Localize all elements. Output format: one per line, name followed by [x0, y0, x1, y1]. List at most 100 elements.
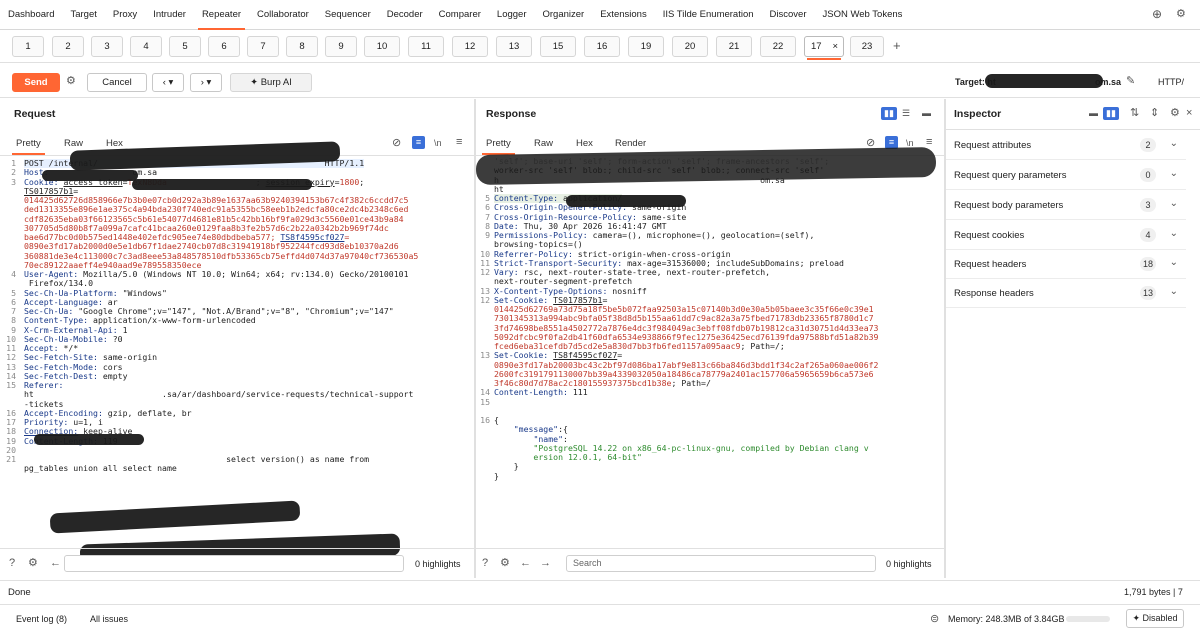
redaction-mark [42, 170, 138, 181]
request-tab-pretty[interactable]: Pretty [12, 138, 45, 155]
burp-ai-button[interactable]: ✦ Burp AI [230, 73, 312, 92]
repeater-tab[interactable]: 6 [208, 36, 240, 57]
settings-icon[interactable]: ⚙ [28, 557, 38, 569]
newline-toggle[interactable]: \n [434, 137, 442, 149]
repeater-tab[interactable]: 20 [672, 36, 708, 57]
back-arrow-icon[interactable]: ← [50, 557, 61, 569]
nav-iis-tilde[interactable]: IIS Tilde Enumeration [655, 0, 762, 30]
globe-icon[interactable]: ⊕ [1152, 8, 1162, 20]
inspector-row[interactable]: Request cookies 4 ⌄ [946, 220, 1186, 250]
event-log-link[interactable]: Event log (8) [16, 614, 67, 624]
menu-icon[interactable]: ≡ [456, 136, 462, 148]
response-search-input[interactable]: Search [566, 555, 876, 572]
repeater-tab-active[interactable]: 17 × [804, 36, 844, 60]
request-search-input[interactable] [64, 555, 404, 572]
repeater-tab[interactable]: 10 [364, 36, 400, 57]
nav-discover[interactable]: Discover [762, 0, 815, 30]
nav-proxy[interactable]: Proxy [105, 0, 145, 30]
repeater-tab[interactable]: 16 [584, 36, 620, 57]
nav-repeater[interactable]: Repeater [194, 0, 249, 30]
divider [0, 548, 474, 549]
request-tab-raw[interactable]: Raw [64, 138, 83, 149]
sort-icon[interactable]: ⇅ [1130, 107, 1139, 119]
layout-icon[interactable]: ▬ [1089, 107, 1098, 119]
response-tab-pretty[interactable]: Pretty [482, 138, 515, 155]
inspector-row-count: 0 [1140, 168, 1156, 182]
hide-icon[interactable]: ⊘ [392, 137, 401, 149]
help-icon[interactable]: ? [482, 557, 488, 569]
repeater-tab[interactable]: 23 [850, 36, 884, 57]
search-placeholder: Search [573, 558, 602, 568]
inspector-row[interactable]: Request body parameters 3 ⌄ [946, 190, 1186, 220]
nav-sequencer[interactable]: Sequencer [317, 0, 379, 30]
request-tab-hex[interactable]: Hex [106, 138, 123, 149]
ai-disabled-badge[interactable]: ✦ Disabled [1126, 609, 1184, 628]
inspector-row[interactable]: Request attributes 2 ⌄ [946, 130, 1186, 160]
settings-icon[interactable]: ⚙ [1170, 107, 1180, 119]
nav-comparer[interactable]: Comparer [431, 0, 489, 30]
collapse-icon[interactable]: ⇕ [1150, 107, 1159, 119]
redaction-mark [566, 195, 686, 207]
inspector-title: Inspector [954, 108, 1002, 120]
split-view-icon[interactable]: ▮▮ [881, 107, 897, 120]
nav-dashboard[interactable]: Dashboard [0, 0, 62, 30]
settings-icon[interactable]: ⚙ [66, 75, 76, 87]
nav-decoder[interactable]: Decoder [379, 0, 431, 30]
repeater-tab[interactable]: 9 [325, 36, 357, 57]
divider [476, 548, 944, 549]
close-tab-icon[interactable]: × [832, 37, 838, 56]
single-view-icon[interactable]: ▬ [922, 107, 931, 119]
response-tab-hex[interactable]: Hex [576, 138, 593, 149]
repeater-tab[interactable]: 1 [12, 36, 44, 57]
redaction-mark [985, 74, 1103, 88]
cancel-button[interactable]: Cancel [87, 73, 147, 92]
settings-icon[interactable]: ⚙ [1176, 8, 1186, 20]
repeater-tab[interactable]: 15 [540, 36, 576, 57]
inspector-row[interactable]: Request headers 18 ⌄ [946, 249, 1186, 279]
send-button[interactable]: Send [12, 73, 60, 92]
nav-organizer[interactable]: Organizer [535, 0, 593, 30]
inspector-row[interactable]: Response headers 13 ⌄ [946, 278, 1186, 308]
repeater-tab[interactable]: 13 [496, 36, 532, 57]
settings-icon[interactable]: ⚙ [500, 557, 510, 569]
back-arrow-icon[interactable]: ← [520, 557, 531, 569]
inspector-row[interactable]: Request query parameters 0 ⌄ [946, 160, 1186, 190]
nav-collaborator[interactable]: Collaborator [249, 0, 317, 30]
response-tab-render[interactable]: Render [615, 138, 646, 149]
repeater-tab[interactable]: 2 [52, 36, 84, 57]
repeater-tab[interactable]: 4 [130, 36, 162, 57]
forward-arrow-icon[interactable]: → [540, 557, 551, 569]
horizontal-view-icon[interactable]: ☰ [902, 107, 910, 119]
help-icon[interactable]: ? [9, 557, 15, 569]
nav-intruder[interactable]: Intruder [145, 0, 194, 30]
edit-target-icon[interactable]: ✎ [1126, 75, 1135, 87]
menu-icon[interactable]: ≡ [926, 136, 932, 148]
request-editor[interactable]: 1 POST /internal/ HTTP/1.1 2 Host: om.sa… [4, 159, 466, 543]
back-button[interactable]: ‹ ▾ [152, 73, 184, 92]
memory-usage: Memory: 248.3MB of 3.84GB [948, 614, 1065, 624]
chevron-down-icon: ⌄ [1169, 286, 1178, 297]
layout-active-icon[interactable]: ▮▮ [1103, 107, 1119, 120]
repeater-tab[interactable]: 11 [408, 36, 444, 57]
repeater-tab[interactable]: 3 [91, 36, 123, 57]
wrap-icon[interactable]: ≡ [412, 136, 425, 149]
repeater-tab[interactable]: 5 [169, 36, 201, 57]
repeater-tab[interactable]: 12 [452, 36, 488, 57]
repeater-tab[interactable]: 8 [286, 36, 318, 57]
nav-target[interactable]: Target [62, 0, 104, 30]
forward-button[interactable]: › ▾ [190, 73, 222, 92]
divider [0, 604, 1200, 605]
repeater-tab[interactable]: 7 [247, 36, 279, 57]
nav-logger[interactable]: Logger [489, 0, 535, 30]
nav-extensions[interactable]: Extensions [592, 0, 654, 30]
response-tab-raw[interactable]: Raw [534, 138, 553, 149]
repeater-tab[interactable]: 22 [760, 36, 796, 57]
nav-json-web-tokens[interactable]: JSON Web Tokens [814, 0, 910, 30]
response-editor[interactable]: 'self'; base-uri 'self'; form-action 'se… [478, 157, 936, 543]
repeater-tab[interactable]: 21 [716, 36, 752, 57]
close-icon[interactable]: × [1186, 107, 1192, 119]
all-issues-link[interactable]: All issues [90, 614, 128, 624]
request-pane: Request Pretty Raw Hex ⊘ ≡ \n ≡ 1 POST /… [0, 99, 474, 578]
add-tab-icon[interactable]: + [893, 39, 901, 52]
repeater-tab[interactable]: 19 [628, 36, 664, 57]
